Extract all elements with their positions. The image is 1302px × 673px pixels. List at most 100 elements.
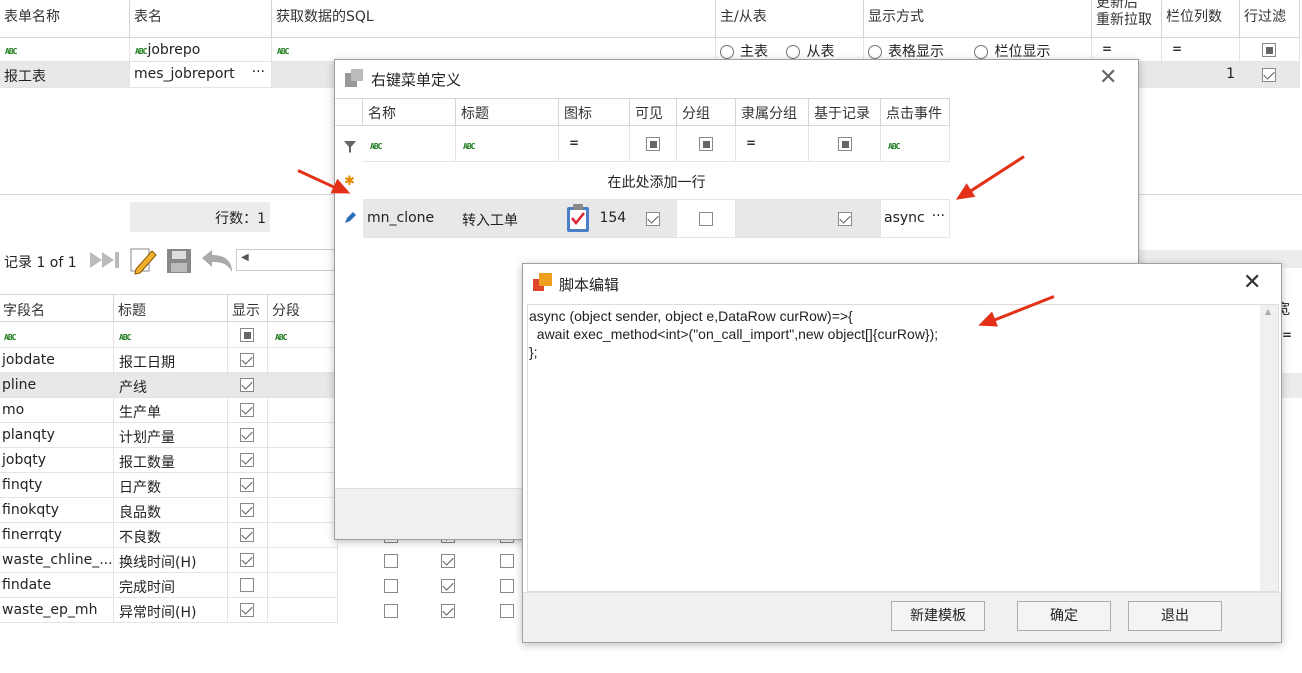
checkbox-indeterminate[interactable] (699, 137, 713, 151)
menu-header-parent-group[interactable]: 隶属分组 (736, 98, 809, 126)
menu-cell-title[interactable]: 转入工单 (456, 200, 559, 238)
field-section-cell[interactable] (268, 498, 338, 523)
close-icon[interactable]: ✕ (1099, 65, 1117, 90)
cell-table-name[interactable]: mes_jobreport ··· (130, 62, 272, 88)
field-name-cell[interactable]: jobdate (0, 348, 114, 373)
field-title-cell[interactable]: 不良数 (114, 523, 228, 548)
field-section-cell[interactable] (268, 448, 338, 473)
filter-table-name[interactable]: ABCjobrepo (130, 38, 272, 62)
field-title-cell[interactable]: 生产单 (114, 398, 228, 423)
menu-header-event[interactable]: 点击事件 (881, 98, 950, 126)
checkbox-checked[interactable] (838, 212, 852, 226)
header-refresh[interactable]: 更新后 重新拉取 (1092, 0, 1162, 38)
filter-form-name[interactable]: ABC (0, 38, 130, 62)
dialog-titlebar[interactable]: 脚本编辑 ✕ (523, 264, 1281, 302)
radio-master[interactable] (720, 45, 734, 59)
checkbox-unchecked[interactable] (500, 579, 514, 593)
menu-filter-parent-group[interactable]: = (736, 126, 809, 162)
dialog-titlebar[interactable]: 右键菜单定义 ✕ (335, 60, 1138, 98)
field-show-cell[interactable] (228, 523, 268, 548)
ellipsis-button[interactable]: ··· (932, 208, 945, 224)
field-name-cell[interactable]: waste_chline_... (0, 548, 114, 573)
checkbox-checked[interactable] (240, 478, 254, 492)
checkbox-checked[interactable] (441, 604, 455, 618)
filter-field-cols[interactable]: = (1162, 38, 1240, 62)
menu-filter-title[interactable]: ABC (456, 126, 559, 162)
checkbox-indeterminate[interactable] (240, 328, 254, 342)
last-record-icon[interactable] (88, 248, 122, 272)
cell-form-name[interactable]: 报工表 (0, 62, 130, 88)
field-name-cell[interactable]: waste_ep_mh (0, 598, 114, 623)
menu-cell-event[interactable]: async ··· (881, 200, 950, 238)
field-title-cell[interactable]: 计划产量 (114, 423, 228, 448)
header-form-name[interactable]: 表单名称 (0, 0, 130, 38)
menu-filter-record-based[interactable] (809, 126, 881, 162)
header-row-filter[interactable]: 行过滤 (1240, 0, 1300, 38)
menu-filter-name[interactable]: ABC (363, 126, 456, 162)
radio-field-display[interactable] (974, 45, 989, 59)
checkbox-unchecked[interactable] (384, 604, 398, 618)
cell-row-filter[interactable] (1240, 62, 1300, 88)
checkbox-checked[interactable] (240, 403, 254, 417)
horizontal-scrollbar[interactable]: ◀ (236, 249, 340, 271)
checkbox-indeterminate[interactable] (646, 137, 660, 151)
header-master-slave[interactable]: 主/从表 (716, 0, 864, 38)
field-show-cell[interactable] (228, 598, 268, 623)
checkbox-checked[interactable] (240, 353, 254, 367)
save-icon[interactable] (166, 248, 192, 274)
checkbox-checked[interactable] (240, 603, 254, 617)
ok-button[interactable]: 确定 (1017, 601, 1111, 631)
field-name-cell[interactable]: finqty (0, 473, 114, 498)
filter-field-name[interactable]: ABC (0, 322, 114, 348)
menu-cell-parent-group[interactable] (736, 200, 809, 238)
field-show-cell[interactable] (228, 373, 268, 398)
field-section-cell[interactable] (268, 573, 338, 598)
header-table-name[interactable]: 表名 (130, 0, 272, 38)
menu-filter-group[interactable] (677, 126, 736, 162)
filter-field-title[interactable]: ABC (114, 322, 228, 348)
field-name-cell[interactable]: finokqty (0, 498, 114, 523)
code-editor[interactable]: async (object sender, object e,DataRow c… (527, 304, 1279, 592)
checkbox-checked[interactable] (240, 453, 254, 467)
field-show-cell[interactable] (228, 348, 268, 373)
checkbox-checked[interactable] (240, 428, 254, 442)
field-name-cell[interactable]: jobqty (0, 448, 114, 473)
field-name-cell[interactable]: pline (0, 373, 114, 398)
menu-filter-icon[interactable]: = (559, 126, 630, 162)
filter-field-show[interactable] (228, 322, 268, 348)
filter-row-filter[interactable] (1240, 38, 1300, 62)
checkbox-unchecked[interactable] (240, 578, 254, 592)
checkbox-checked[interactable] (240, 553, 254, 567)
field-title-cell[interactable]: 良品数 (114, 498, 228, 523)
menu-header-name[interactable]: 名称 (363, 98, 456, 126)
checkbox-unchecked[interactable] (384, 554, 398, 568)
header-field-show[interactable]: 显示 (228, 294, 268, 322)
menu-header-icon[interactable]: 图标 (559, 98, 630, 126)
field-name-cell[interactable]: findate (0, 573, 114, 598)
field-show-cell[interactable] (228, 573, 268, 598)
funnel-icon[interactable] (343, 140, 357, 154)
field-title-cell[interactable]: 异常时间(H) (114, 598, 228, 623)
field-show-cell[interactable] (228, 473, 268, 498)
checkbox-checked[interactable] (646, 212, 660, 226)
menu-header-visible[interactable]: 可见 (630, 98, 677, 126)
close-icon[interactable]: ✕ (1243, 270, 1261, 295)
checkbox-checked[interactable] (441, 579, 455, 593)
checkbox-checked[interactable] (240, 503, 254, 517)
field-show-cell[interactable] (228, 498, 268, 523)
field-section-cell[interactable] (268, 473, 338, 498)
header-field-section[interactable]: 分段 (268, 294, 338, 322)
exit-button[interactable]: 退出 (1128, 601, 1222, 631)
radio-grid-display[interactable] (868, 45, 882, 59)
menu-header-title[interactable]: 标题 (456, 98, 559, 126)
field-show-cell[interactable] (228, 548, 268, 573)
checkbox-unchecked[interactable] (500, 554, 514, 568)
add-row-placeholder[interactable]: 在此处添加一行 (363, 162, 950, 200)
checkbox-indeterminate[interactable] (1262, 43, 1276, 57)
field-section-cell[interactable] (268, 373, 338, 398)
field-section-cell[interactable] (268, 423, 338, 448)
menu-filter-event[interactable]: ABC (881, 126, 950, 162)
field-title-cell[interactable]: 日产数 (114, 473, 228, 498)
field-title-cell[interactable]: 报工日期 (114, 348, 228, 373)
new-template-button[interactable]: 新建模板 (891, 601, 985, 631)
